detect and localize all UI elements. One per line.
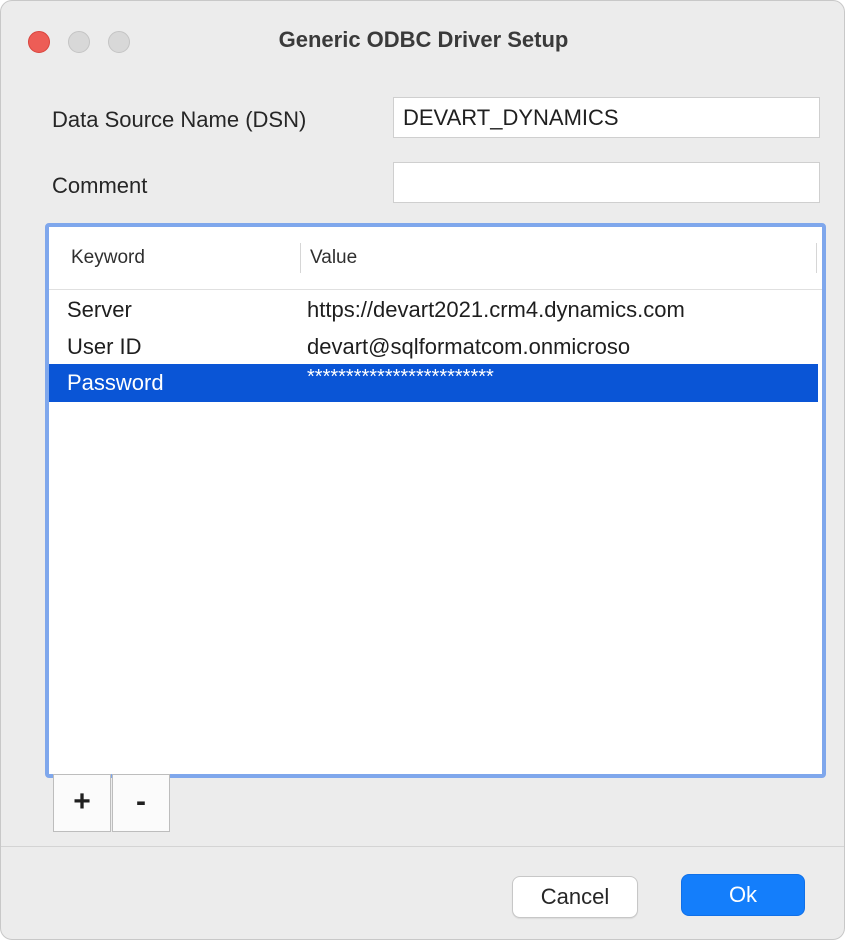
- cancel-button[interactable]: Cancel: [512, 876, 638, 918]
- keyword-value-table[interactable]: Keyword Value Server https://devart2021.…: [45, 223, 826, 778]
- table-header: Keyword Value: [49, 227, 822, 290]
- row-value-masked: ************************: [307, 366, 494, 388]
- remove-row-button[interactable]: -: [112, 774, 170, 832]
- row-keyword: Server: [67, 297, 132, 322]
- row-keyword: User ID: [67, 334, 142, 359]
- column-divider[interactable]: [300, 243, 301, 273]
- window-title: Generic ODBC Driver Setup: [278, 27, 569, 52]
- comment-label: Comment: [52, 173, 148, 198]
- footer-divider: [1, 846, 844, 847]
- row-value: https://devart2021.crm4.dynamics.com: [307, 297, 685, 322]
- odbc-setup-dialog: Generic ODBC Driver Setup Data Source Na…: [0, 0, 845, 940]
- column-header-keyword[interactable]: Keyword: [71, 247, 145, 269]
- ok-button[interactable]: Ok: [681, 874, 805, 916]
- title-bar: Generic ODBC Driver Setup: [1, 1, 844, 79]
- table-row-user-id[interactable]: User ID devart@sqlformatcom.onmicroso: [49, 328, 818, 366]
- column-header-value[interactable]: Value: [310, 247, 357, 269]
- dsn-input[interactable]: [393, 97, 820, 138]
- row-keyword: Password: [67, 370, 164, 395]
- dsn-label: Data Source Name (DSN): [52, 107, 307, 132]
- table-row-password[interactable]: Password ************************: [49, 364, 818, 402]
- comment-input[interactable]: [393, 162, 820, 203]
- row-value: devart@sqlformatcom.onmicroso: [307, 334, 631, 359]
- column-divider-end: [816, 243, 817, 273]
- table-row-server[interactable]: Server https://devart2021.crm4.dynamics.…: [49, 291, 818, 329]
- add-row-button[interactable]: +: [53, 774, 111, 832]
